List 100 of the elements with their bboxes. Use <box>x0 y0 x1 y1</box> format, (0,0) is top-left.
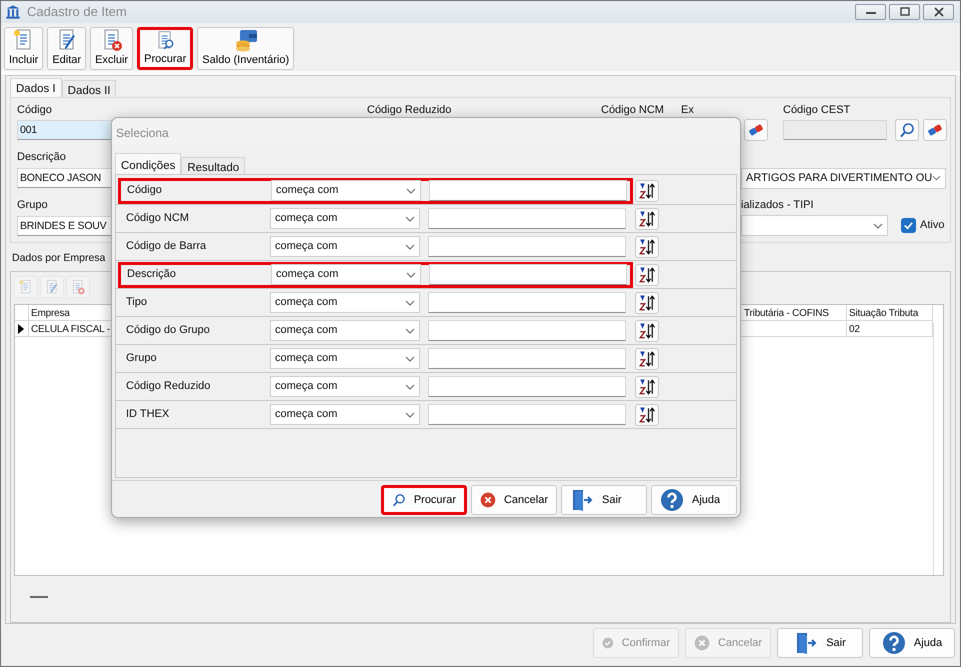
sort-button[interactable] <box>635 264 659 286</box>
sort-icon <box>638 294 656 312</box>
tab[interactable]: Dados I <box>10 78 62 97</box>
exit-door-icon <box>794 631 818 655</box>
input-field[interactable] <box>428 236 626 257</box>
chevron-icon <box>405 244 415 250</box>
tab[interactable]: Condições <box>115 153 182 174</box>
chevron-icon <box>405 356 415 362</box>
close-icon <box>932 6 944 18</box>
condition-label: Código de Barra <box>125 239 208 254</box>
field-label: ializados - TIPI <box>741 198 814 212</box>
operator-dropdown[interactable]: começa com <box>270 320 420 341</box>
sort-icon <box>638 378 656 396</box>
chevron-icon <box>405 216 415 222</box>
operator-dropdown[interactable]: começa com <box>270 236 420 257</box>
operator-dropdown[interactable]: começa com <box>270 208 420 229</box>
exit-door-icon <box>570 488 594 512</box>
chevron-icon <box>405 328 415 334</box>
sort-icon <box>638 322 656 340</box>
toolbar-button[interactable]: Procurar <box>137 27 194 70</box>
toolbar-button[interactable]: Excluir <box>90 27 134 70</box>
close-button[interactable] <box>923 4 954 20</box>
dialog-button[interactable]: Cancelar <box>471 485 557 515</box>
footer-button[interactable]: Sair <box>777 628 863 658</box>
app-icon <box>5 4 21 20</box>
sort-button[interactable] <box>635 208 659 230</box>
field-label: Grupo <box>17 198 49 212</box>
search-icon <box>899 122 915 138</box>
dialog-button[interactable]: Ajuda <box>651 485 737 515</box>
dialog-button[interactable]: Sair <box>561 485 647 515</box>
minimize-button[interactable] <box>855 4 886 20</box>
condition-label: Grupo <box>125 351 158 366</box>
operator-dropdown[interactable]: começa com <box>270 404 420 425</box>
operator-dropdown[interactable]: começa com <box>271 180 421 201</box>
tab[interactable]: Dados II <box>62 80 116 97</box>
sort-icon <box>638 238 656 256</box>
condition-label: ID THEX <box>125 407 170 422</box>
chevron-icon <box>405 300 415 306</box>
input-field[interactable] <box>428 404 626 425</box>
condition-label: Código Reduzido <box>125 379 212 394</box>
chevron-icon <box>406 272 416 278</box>
field-label: Código <box>17 102 53 118</box>
operator-dropdown[interactable]: começa com <box>270 292 420 313</box>
clear-button[interactable] <box>744 119 768 141</box>
sort-button[interactable] <box>635 376 659 398</box>
scrollbar-thumb[interactable] <box>30 596 48 598</box>
operator-dropdown[interactable]: começa com <box>271 264 421 285</box>
condition-label: Código do Grupo <box>125 323 211 338</box>
footer-button[interactable]: Ajuda <box>869 628 955 658</box>
sort-button[interactable] <box>635 348 659 370</box>
window-title: Cadastro de Item <box>27 3 127 22</box>
input-field[interactable] <box>428 348 626 369</box>
tab[interactable]: Resultado <box>181 157 246 174</box>
section-title: Dados por Empresa <box>11 251 106 266</box>
field-label: Descrição <box>17 150 66 165</box>
field-label: Ex <box>681 102 695 118</box>
sort-button[interactable] <box>635 180 659 202</box>
chevron-icon <box>873 222 883 228</box>
field-label: Ativo <box>920 218 944 234</box>
clear-button[interactable] <box>923 119 947 141</box>
chevron-icon <box>405 412 415 418</box>
sort-button[interactable] <box>635 236 659 258</box>
help-icon <box>882 631 906 655</box>
input-field[interactable] <box>428 376 626 397</box>
toolbar-button[interactable]: Incluir <box>4 27 44 70</box>
condition-label: Descrição <box>126 267 177 282</box>
field-label: Código NCM <box>601 102 665 118</box>
input-field[interactable] <box>429 180 627 201</box>
dialog-button[interactable]: Procurar <box>381 485 467 515</box>
input-field[interactable] <box>428 292 626 313</box>
sort-button[interactable] <box>635 404 659 426</box>
help-icon <box>660 488 684 512</box>
sort-icon <box>638 350 656 368</box>
field-label: Código Reduzido <box>367 102 452 118</box>
toolbar-button[interactable]: Editar <box>47 27 86 70</box>
column-header: Situação Tributa <box>847 304 933 321</box>
sort-icon <box>638 406 656 424</box>
checkbox[interactable] <box>901 218 916 233</box>
dialog-title: Seleciona <box>112 118 740 145</box>
sort-icon <box>638 182 656 200</box>
maximize-button[interactable] <box>889 4 920 20</box>
sort-button[interactable] <box>635 292 659 314</box>
input-field[interactable] <box>429 264 627 285</box>
delete-document-icon <box>70 278 86 295</box>
chevron-icon <box>932 175 941 181</box>
field-label: Código CEST <box>783 102 850 118</box>
operator-dropdown[interactable]: começa com <box>270 348 420 369</box>
search-button[interactable] <box>895 119 919 141</box>
sort-icon <box>638 210 656 228</box>
sort-icon <box>638 266 656 284</box>
dropdown[interactable]: ARTIGOS PARA DIVERTIMENTO OU <box>741 168 946 188</box>
sort-button[interactable] <box>635 320 659 342</box>
chevron-icon <box>406 188 416 194</box>
table-cell: 02 <box>847 320 933 337</box>
input-field[interactable] <box>428 208 626 229</box>
maximize-icon <box>898 6 910 18</box>
input-field[interactable] <box>428 320 626 341</box>
operator-dropdown[interactable]: começa com <box>270 376 420 397</box>
chevron-icon <box>405 384 415 390</box>
toolbar-button[interactable]: Saldo (Inventário) <box>197 27 294 70</box>
